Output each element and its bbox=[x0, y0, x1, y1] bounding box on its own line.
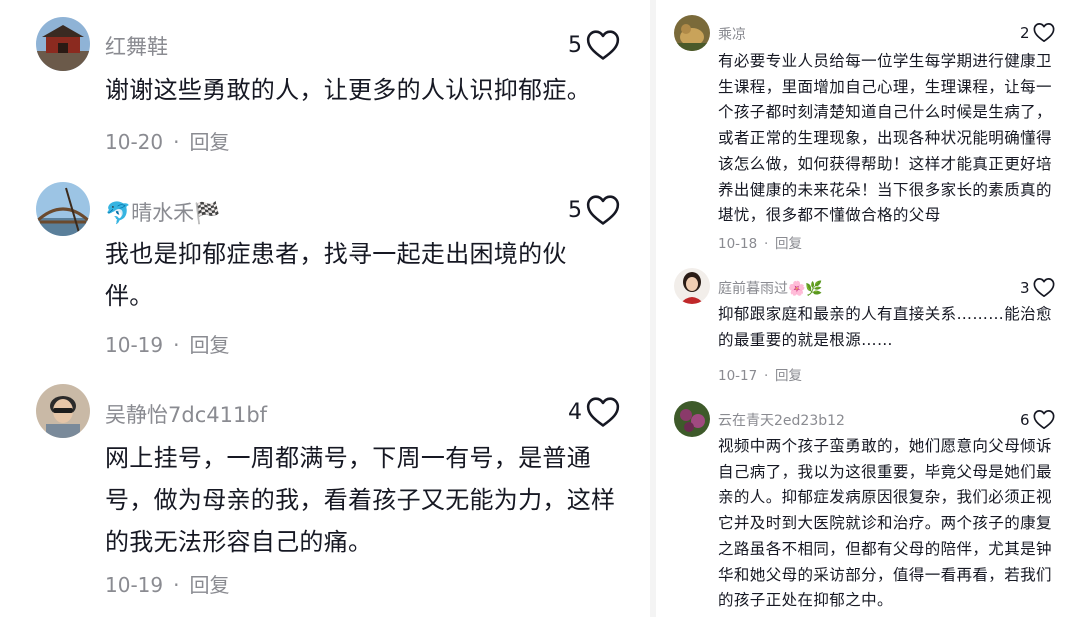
comment-text: 视频中两个孩子蛮勇敢的，她们愿意向父母倾诉自己病了，我以为这很重要，毕竟父母是她… bbox=[718, 437, 1052, 610]
like-count: 6 bbox=[1020, 410, 1030, 429]
left-comment-panel: 红舞鞋 5 谢谢这些勇敢的人，让更多的人认识抑郁症。 10-20 · 回复 🐬晴水禾… bbox=[0, 0, 650, 617]
like-count: 5 bbox=[568, 32, 582, 58]
heart-outline-icon bbox=[586, 397, 620, 427]
avatar[interactable] bbox=[36, 182, 90, 236]
flowers-photo-avatar-icon bbox=[674, 401, 710, 437]
reply-button[interactable]: 回复 bbox=[775, 368, 802, 384]
reply-button[interactable]: 回复 bbox=[189, 573, 229, 597]
username[interactable]: 乘凉 bbox=[718, 24, 746, 44]
comment-meta: 10-19 · 回复 bbox=[105, 573, 230, 597]
heart-outline-icon bbox=[586, 195, 620, 225]
heart-outline-icon bbox=[1033, 23, 1054, 43]
like-button[interactable]: 3 bbox=[1020, 277, 1055, 298]
comment-text: 网上挂号，一周都满号，下周一有号，是普通号，做为母亲的我，看着孩子又无能为力，这… bbox=[105, 444, 616, 556]
comment-text: 谢谢这些勇敢的人，让更多的人认识抑郁症。 bbox=[105, 76, 591, 104]
reply-button[interactable]: 回复 bbox=[775, 236, 802, 252]
username[interactable]: 云在青天2ed23b12 bbox=[718, 410, 845, 430]
like-count: 5 bbox=[568, 197, 582, 223]
avatar[interactable] bbox=[674, 401, 710, 437]
animal-photo-avatar-icon bbox=[674, 15, 710, 51]
comment-text: 有必要专业人员给每一位学生每学期进行健康卫生课程，里面增加自己心理，生理课程，让… bbox=[718, 52, 1052, 225]
bridge-photo-avatar-icon bbox=[36, 182, 90, 236]
reply-button[interactable]: 回复 bbox=[189, 333, 229, 357]
comment-meta: 10-20 · 回复 bbox=[105, 130, 230, 154]
username[interactable]: 🐬晴水禾🏁 bbox=[105, 197, 220, 227]
username[interactable]: 吴静怡7dc411bf bbox=[105, 399, 267, 429]
comment-date: 10-19 bbox=[105, 333, 164, 357]
comment-meta: 10-17 · 回复 bbox=[718, 368, 803, 384]
like-button[interactable]: 4 bbox=[568, 396, 620, 428]
comment-meta: 10-18 · 回复 bbox=[718, 236, 803, 252]
right-comment-panel: 乘凉 2 有必要专业人员给每一位学生每学期进行健康卫生课程，里面增加自己心理，生… bbox=[656, 0, 1080, 617]
comment-date: 10-18 bbox=[718, 236, 758, 252]
avatar[interactable] bbox=[674, 15, 710, 51]
heart-outline-icon bbox=[586, 30, 620, 60]
comment-text: 抑郁跟家庭和最亲的人有直接关系………能治愈的最重要的就是根源…… bbox=[718, 305, 1052, 349]
woman-photo-avatar-icon bbox=[674, 268, 710, 304]
heart-outline-icon bbox=[1033, 278, 1054, 298]
comment-date: 10-20 bbox=[105, 130, 164, 154]
comment-date: 10-17 bbox=[718, 368, 758, 384]
like-button[interactable]: 6 bbox=[1020, 409, 1055, 430]
comment-text: 我也是抑郁症患者，找寻一起走出困境的伙伴。 bbox=[105, 240, 567, 310]
comment-meta: 10-19 · 回复 bbox=[105, 333, 230, 357]
person-photo-avatar-icon bbox=[36, 384, 90, 438]
comment-date: 10-19 bbox=[105, 573, 164, 597]
heart-outline-icon bbox=[1033, 410, 1054, 430]
building-photo-avatar-icon bbox=[36, 17, 90, 71]
like-count: 3 bbox=[1020, 278, 1030, 297]
avatar[interactable] bbox=[674, 268, 710, 304]
like-count: 2 bbox=[1020, 23, 1030, 42]
like-button[interactable]: 5 bbox=[568, 29, 620, 61]
username[interactable]: 红舞鞋 bbox=[105, 31, 168, 61]
like-button[interactable]: 5 bbox=[568, 194, 620, 226]
like-button[interactable]: 2 bbox=[1020, 22, 1055, 43]
avatar[interactable] bbox=[36, 17, 90, 71]
reply-button[interactable]: 回复 bbox=[189, 130, 229, 154]
like-count: 4 bbox=[568, 399, 582, 425]
avatar[interactable] bbox=[36, 384, 90, 438]
username[interactable]: 庭前暮雨过🌸🌿 bbox=[718, 278, 823, 298]
